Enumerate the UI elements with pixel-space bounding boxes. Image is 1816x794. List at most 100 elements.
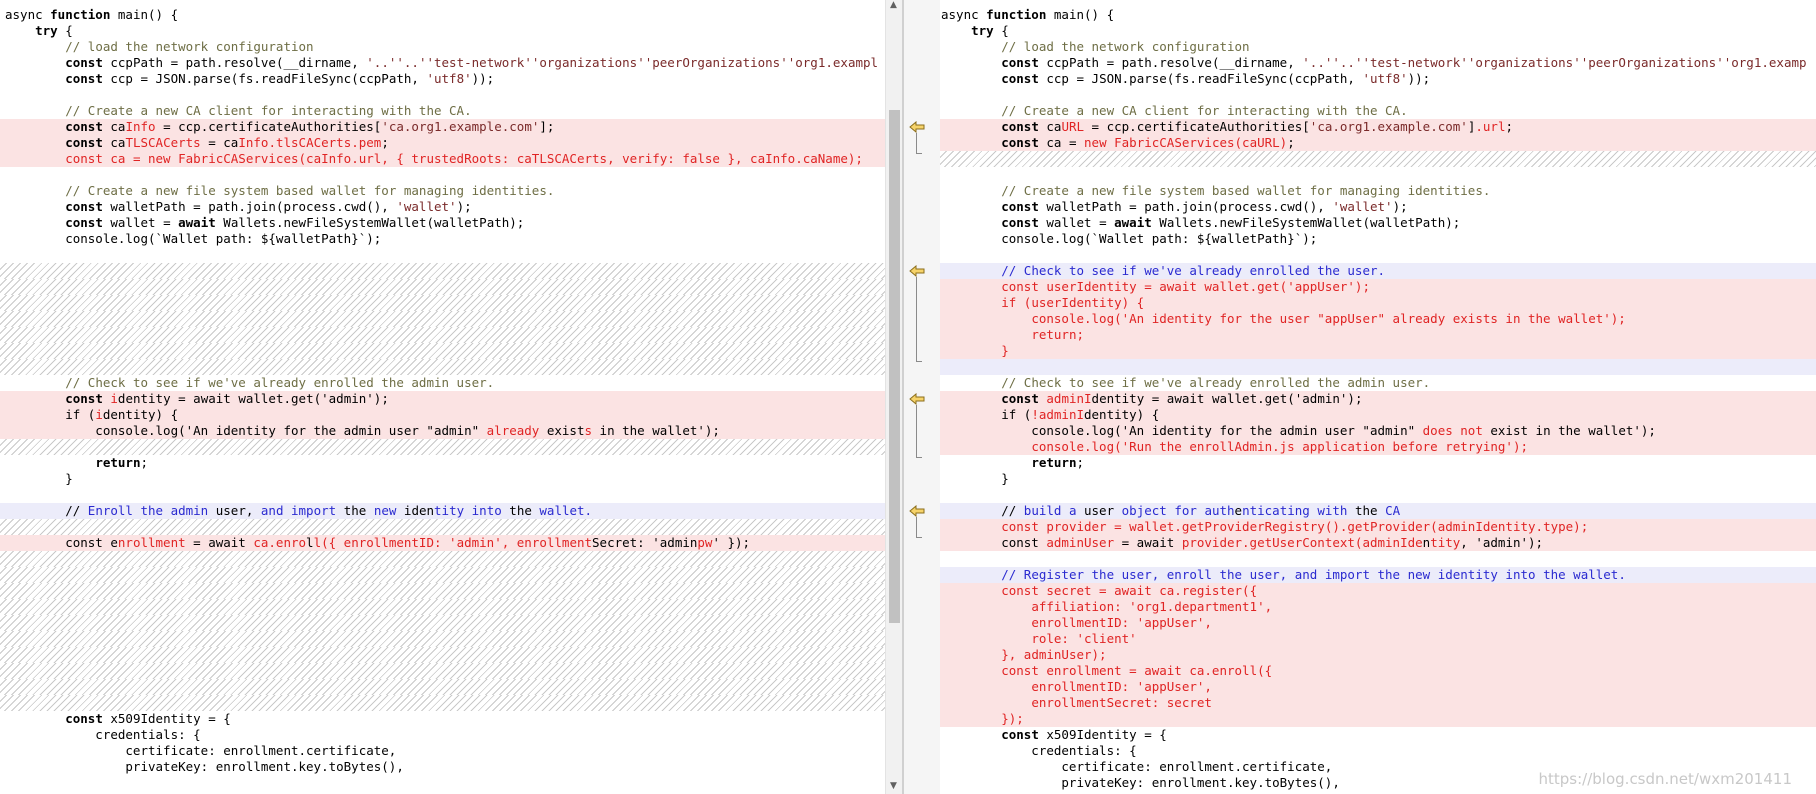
code-token: already [486,423,540,438]
left-code-line [0,439,885,455]
code-token: const userIdentity = await wallet.get('a… [1001,279,1370,294]
code-token: } [1001,343,1009,358]
right-code-line: console.log('An identity for the admin u… [940,423,1816,439]
copy-change-arrow-icon[interactable] [909,121,925,133]
left-code-line: privateKey: enrollment.key.toBytes(), [0,759,885,775]
code-token: ; [1287,135,1295,150]
copy-change-arrow-icon[interactable] [909,505,925,517]
code-token: in the wallet'); [592,423,720,438]
right-code-line: const caURL = ccp.certificateAuthorities… [940,119,1816,135]
code-token: console.log('An identity for the admin u… [941,423,1423,438]
right-code-line: const userIdentity = await wallet.get('a… [940,279,1816,295]
code-token: TLSCACerts [125,135,201,150]
code-token: console.log('An identity for the admin u… [5,423,487,438]
change-bracket [916,405,922,458]
code-token: iden [396,503,435,518]
code-token: wallet. [539,503,593,518]
scrollbar-thumb[interactable] [889,110,900,623]
code-token: dentity = await wallet.get('admin'); [117,391,389,406]
code-token: const ca = new FabricCAServices(caInfo.u… [65,151,863,166]
code-token: nticating with [1242,503,1348,518]
code-token: return [95,455,141,470]
right-code-line: const adminIdentity = await wallet.get('… [940,391,1816,407]
left-code-line [0,487,885,503]
right-code-line: console.log(`Wallet path: ${walletPath}`… [940,231,1816,247]
code-token: 'peerOrganizations' [644,55,788,70]
code-token: try [971,23,994,38]
right-code-line: const ca = new FabricCAServices(caURL); [940,135,1816,151]
scroll-up-arrow-icon[interactable]: ▲ [890,0,897,10]
code-token: dentity = await wallet.get('admin'); [1091,391,1363,406]
code-token: ca [102,135,126,150]
left-code-line: const ccpPath = path.resolve(__dirname, … [0,55,885,71]
code-token: // Register the user, enroll the user, a… [1001,567,1626,582]
code-token: = await [185,535,254,550]
right-code-line [940,247,1816,263]
copy-change-arrow-icon[interactable] [909,393,925,405]
code-token: user [1076,503,1122,518]
code-token: nrollment [117,535,186,550]
code-token: if (userIdentity) { [1001,295,1145,310]
code-token: const [1001,215,1039,230]
code-token: dentity) { [102,407,179,422]
code-token: async [941,7,987,22]
code-token: { [993,23,1009,38]
code-token: wallet = [1038,215,1115,230]
right-code-pane[interactable]: async function main() { try { // load th… [940,0,1816,794]
left-code-line: console.log('An identity for the admin u… [0,423,885,439]
code-token: '..' [1332,55,1363,70]
code-token: ccp = JSON.parse(fs.readFileSync(ccpPath… [1038,71,1363,86]
scroll-down-arrow-icon[interactable]: ▼ [890,781,897,791]
code-token: console.log('Run the enrollAdmin.js appl… [1031,439,1529,454]
code-token: if ( [941,407,1032,422]
copy-change-arrow-icon[interactable] [909,265,925,277]
code-token: l [306,535,314,550]
code-token: // Create a new file system based wallet… [65,183,555,198]
right-code-line [940,151,1816,167]
code-token: const [65,199,103,214]
left-code-pane[interactable]: async function main() { try { // load th… [0,0,885,794]
left-code-line [0,359,885,375]
code-token: // [5,503,88,518]
code-token: '..' [366,55,397,70]
vertical-scrollbar[interactable]: ▲ ▼ [885,0,903,794]
code-token: // Create a new CA client for interactin… [1001,103,1408,118]
code-token: i [95,407,103,422]
right-code-line: return; [940,327,1816,343]
code-token: if ( [5,407,96,422]
code-token: ); [1392,199,1408,214]
right-code-line: affiliation: 'org1.department1', [940,599,1816,615]
code-token: '..' [396,55,427,70]
left-code-line [0,247,885,263]
code-token: // load the network configuration [1001,39,1250,54]
code-token: provider.getUserContext(adminIde [1181,535,1423,550]
code-token: // Check to see if we've already enrolle… [1001,375,1431,390]
code-token: 'utf8' [1362,71,1408,86]
left-code-line: const walletPath = path.join(process.cwd… [0,199,885,215]
right-code-line: } [940,343,1816,359]
code-token: 'test-network' [1362,55,1468,70]
code-token: the [501,503,540,518]
left-code-line [0,695,885,711]
code-token: const enrollment = await ca.enroll({ [1001,663,1273,678]
code-token: Info [125,119,156,134]
code-token: enrollmentSecret: secret [1031,695,1212,710]
code-token: }, adminUser); [1001,647,1107,662]
code-token: // Create a new file system based wallet… [1001,183,1491,198]
left-code-line [0,551,885,567]
code-token: const [1001,55,1039,70]
left-code-line [0,615,885,631]
code-token: function [50,7,111,22]
code-token: const [1001,135,1039,150]
right-code-line: credentials: { [940,743,1816,759]
code-token: const [65,391,103,406]
right-code-line: const ccpPath = path.resolve(__dirname, … [940,55,1816,71]
